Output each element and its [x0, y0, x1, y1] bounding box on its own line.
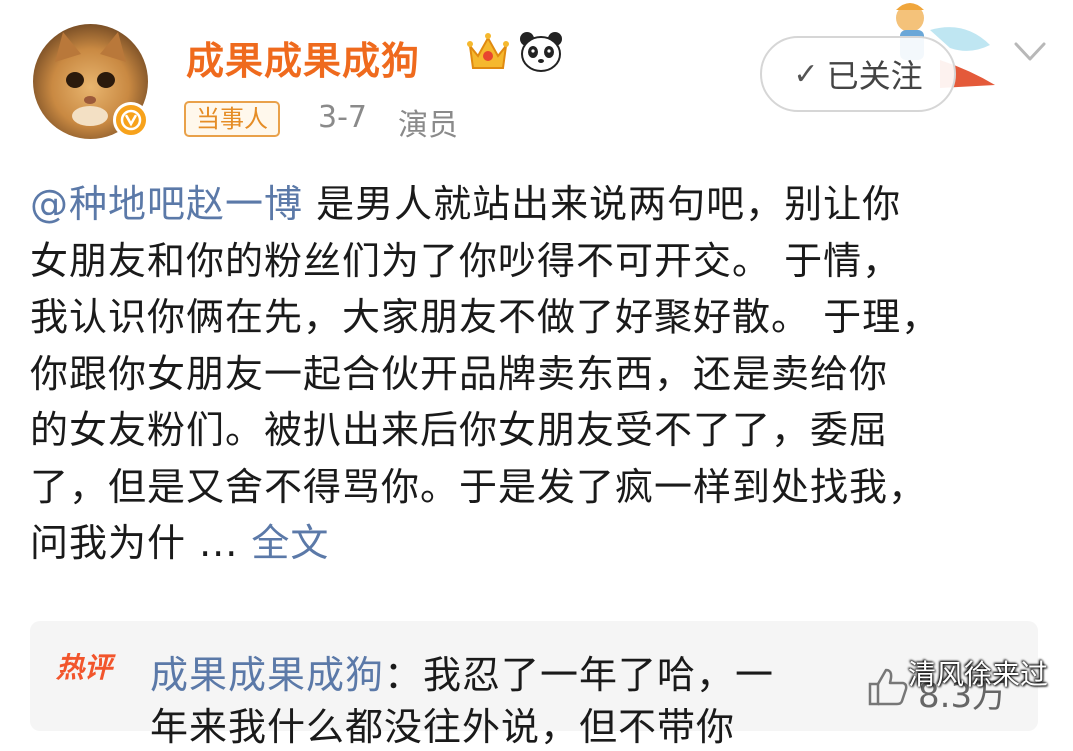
check-icon: ✓: [793, 56, 819, 92]
hot-comment-text: 成果成果成狗：我忍了一年了哈，一: [150, 653, 775, 697]
crown-icon: [467, 33, 509, 69]
post-line: @种地吧赵一博 是男人就站出来说两句吧，别让你: [30, 182, 902, 226]
hot-comment-label: 热评: [56, 651, 113, 684]
user-role: 演员: [398, 108, 458, 143]
follow-label: 已关注: [826, 57, 923, 95]
comment-username[interactable]: 成果成果成狗: [150, 653, 384, 697]
verified-icon: [113, 102, 149, 138]
post-header: 成果成果成狗 当事人 3-7 演员 ✓ 已关注: [0, 0, 1073, 150]
hot-comment-text-line2: 年来我什么都没往外说，但不带你: [150, 705, 736, 749]
follow-button[interactable]: ✓ 已关注: [760, 36, 956, 112]
mention-link[interactable]: @种地吧赵一博: [30, 182, 303, 226]
watermark: 清风徐来过: [908, 658, 1049, 691]
role-badge: 当事人: [184, 101, 280, 137]
like-icon[interactable]: [866, 666, 910, 706]
full-text-link[interactable]: 全文: [251, 521, 329, 565]
post-line: 的女友粉们。被扒出来后你女朋友受不了了，委屈: [30, 408, 889, 452]
chevron-down-icon[interactable]: [1012, 40, 1048, 64]
post-line: 问我为什 ... 全文: [30, 521, 330, 565]
post-line: 了，但是又舍不得骂你。于是发了疯一样到处找我，: [30, 464, 928, 509]
post-line: 我认识你俩在先，大家朋友不做了好聚好散。 于理，: [30, 295, 941, 339]
post-line: 女朋友和你的粉丝们为了你吵得不可开交。 于情，: [30, 238, 902, 283]
post-body: @种地吧赵一博 是男人就站出来说两句吧，别让你 女朋友和你的粉丝们为了你吵得不可…: [30, 176, 1040, 572]
post-line: 你跟你女朋友一起合伙开品牌卖东西，还是卖给你: [30, 351, 889, 396]
panda-icon: [520, 32, 562, 72]
post-date: 3-7: [318, 100, 367, 135]
username[interactable]: 成果成果成狗: [186, 30, 420, 85]
